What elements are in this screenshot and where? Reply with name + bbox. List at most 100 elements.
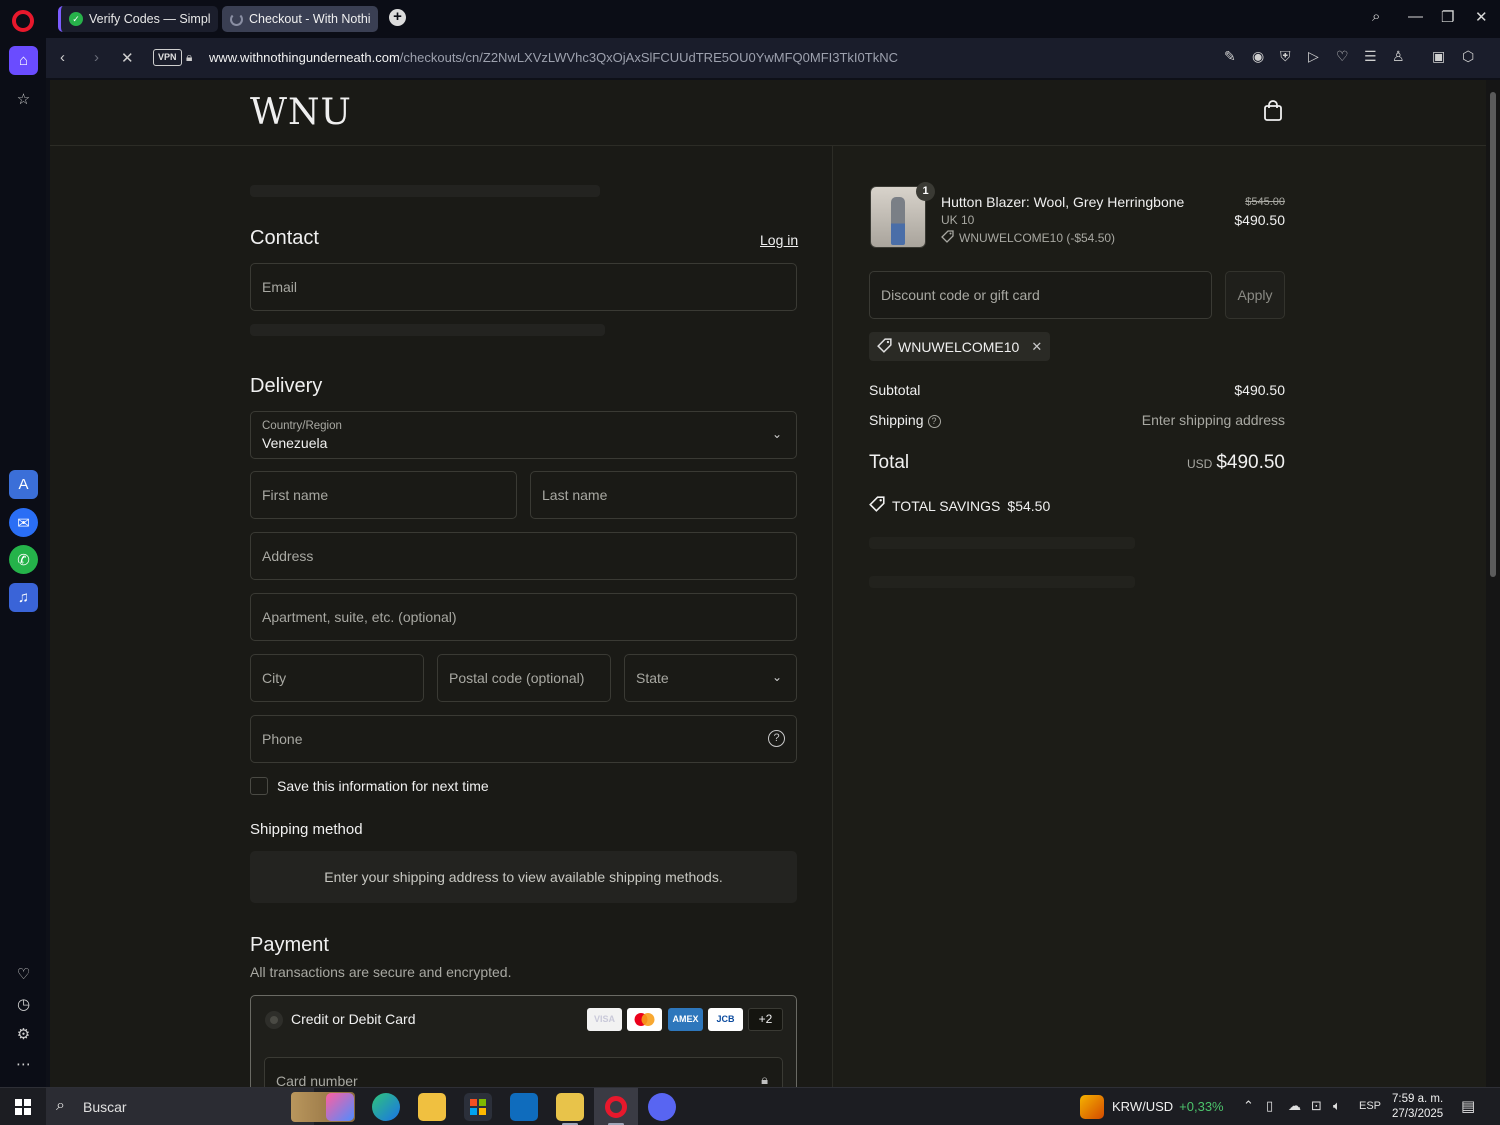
bookmark-heart-icon[interactable]: ♡	[1336, 48, 1349, 65]
taskbar-search[interactable]: ⌕ Buscar	[46, 1088, 355, 1125]
help-question-icon[interactable]: ?	[768, 730, 785, 747]
shopping-bag-icon[interactable]	[1263, 100, 1283, 122]
checkout-page: WNU Contact Log in Email Delivery Countr…	[50, 80, 1486, 1087]
notes-app-icon[interactable]	[556, 1093, 584, 1121]
savings-value: $54.50	[1007, 497, 1051, 514]
edge-app-icon[interactable]	[372, 1093, 400, 1121]
login-link[interactable]: Log in	[760, 232, 798, 248]
marketing-optin-skeleton	[250, 324, 605, 336]
copilot-app-icon[interactable]	[326, 1093, 354, 1121]
messenger-icon[interactable]: ✉	[9, 508, 38, 537]
visa-icon: VISA	[587, 1008, 622, 1031]
shipping-method-heading: Shipping method	[250, 821, 363, 838]
city-placeholder: City	[262, 670, 287, 686]
postal-code-placeholder: Postal code (optional)	[449, 670, 585, 686]
save-info-label[interactable]: Save this information for next time	[277, 778, 489, 794]
city-field[interactable]: City	[250, 654, 424, 702]
easy-setup-menu-icon[interactable]: ☰	[1364, 48, 1377, 65]
save-info-checkbox[interactable]	[250, 777, 268, 795]
url-field[interactable]: www.withnothingunderneath.com/checkouts/…	[209, 50, 898, 65]
phone-field[interactable]: Phone ?	[250, 715, 797, 763]
store-logo[interactable]: WNU	[250, 92, 352, 133]
subtotal-value: $490.50	[1234, 382, 1285, 398]
microsoft-store-app-icon[interactable]	[464, 1093, 492, 1121]
input-language[interactable]: ESP	[1359, 1100, 1381, 1112]
opera-app-icon[interactable]	[602, 1093, 630, 1121]
first-name-field[interactable]: First name	[250, 471, 517, 519]
tab-verify-codes[interactable]: ✓ Verify Codes — SimplyCodes	[58, 6, 218, 32]
remove-discount-icon[interactable]: ✕	[1031, 339, 1042, 355]
email-field[interactable]: Email	[250, 263, 797, 311]
network-icon[interactable]: ⊡	[1311, 1098, 1322, 1114]
card-number-field[interactable]: Card number 🔒︎	[264, 1057, 783, 1087]
speed-dial-star-icon[interactable]: ☆	[9, 84, 38, 113]
settings-gear-icon[interactable]: ⚙	[9, 1019, 38, 1048]
opera-sidebar: ⌂ ☆ A ✉ ✆ ♫ ♡ ◷ ⚙ ⋯	[0, 38, 46, 1087]
favorites-heart-icon[interactable]: ♡	[9, 959, 38, 988]
search-icon: ⌕	[56, 1097, 65, 1114]
address-field[interactable]: Address	[250, 532, 797, 580]
extensions-cube-icon[interactable]: ⬡	[1462, 48, 1474, 65]
edit-page-icon[interactable]: ✎	[1224, 48, 1236, 65]
outlook-app-icon[interactable]	[510, 1093, 538, 1121]
back-icon[interactable]: ‹	[60, 49, 65, 66]
card-radio[interactable]	[265, 1011, 283, 1029]
notifications-icon[interactable]: ▤	[1461, 1097, 1475, 1115]
currency-widget[interactable]: KRW/USD +0,33%	[1112, 1099, 1224, 1114]
whatsapp-icon[interactable]: ✆	[9, 545, 38, 574]
scrollbar-thumb[interactable]	[1490, 92, 1496, 577]
volume-icon[interactable]: 🔈︎	[1333, 1098, 1341, 1114]
last-name-field[interactable]: Last name	[530, 471, 797, 519]
search-tabs-icon[interactable]: ⌕	[1372, 8, 1380, 25]
state-select[interactable]: State ⌄	[624, 654, 797, 702]
original-price: $545.00	[1245, 196, 1285, 208]
close-window-icon[interactable]: ✕	[1475, 8, 1488, 26]
vpn-badge[interactable]: VPN	[153, 49, 182, 66]
shipping-label: Shipping	[869, 412, 924, 428]
applied-discount-code: WNUWELCOME10	[898, 338, 1020, 355]
new-tab-button[interactable]: +	[389, 9, 406, 26]
currency-widget-icon[interactable]	[1080, 1095, 1104, 1119]
file-explorer-app-icon[interactable]	[418, 1093, 446, 1121]
taskbar-search-text: Buscar	[83, 1099, 127, 1115]
opera-logo-icon[interactable]	[12, 10, 34, 32]
apply-discount-button[interactable]: Apply	[1225, 271, 1285, 319]
total-currency: USD	[1186, 457, 1213, 471]
total-savings: TOTAL SAVINGS $54.50	[869, 496, 1050, 515]
page-scrollbar[interactable]	[1486, 80, 1500, 1087]
apartment-field[interactable]: Apartment, suite, etc. (optional)	[250, 593, 797, 641]
card-payment-option[interactable]: Credit or Debit Card VISA AMEX JCB +2 Ca…	[250, 995, 797, 1087]
forward-icon[interactable]: ›	[94, 49, 99, 66]
total-amount: USD $490.50	[1085, 452, 1285, 474]
windows-start-icon[interactable]	[15, 1099, 31, 1115]
country-select[interactable]: Country/Region Venezuela ⌄	[250, 411, 797, 459]
last-name-placeholder: Last name	[542, 487, 608, 503]
profile-icon[interactable]: ♙	[1392, 48, 1405, 65]
postal-code-field[interactable]: Postal code (optional)	[437, 654, 611, 702]
system-clock[interactable]: 7:59 a. m. 27/3/2025	[1392, 1092, 1443, 1122]
player-play-icon[interactable]: ▷	[1308, 48, 1319, 65]
discount-code-field[interactable]: Discount code or gift card	[869, 271, 1212, 319]
tab-checkout[interactable]: Checkout - With Nothing Underneath	[222, 6, 378, 32]
tray-cloud-icon[interactable]: ☁	[1288, 1098, 1301, 1114]
applied-discount-chip: WNUWELCOME10 ✕	[869, 332, 1051, 361]
restore-icon[interactable]: ❐	[1441, 8, 1454, 26]
aria-icon[interactable]: A	[9, 470, 38, 499]
final-price: $490.50	[1234, 212, 1285, 228]
discord-app-icon[interactable]	[648, 1093, 676, 1121]
more-options-icon[interactable]: ⋯	[9, 1049, 38, 1078]
tag-icon	[941, 230, 954, 246]
reader-mode-icon[interactable]: ▣	[1432, 48, 1445, 65]
adblock-shield-icon[interactable]: ⛨	[1280, 48, 1291, 65]
minimize-icon[interactable]: —	[1408, 8, 1423, 25]
contact-heading: Contact	[250, 227, 319, 249]
shipping-help-icon[interactable]: ?	[927, 415, 941, 428]
snapshot-camera-icon[interactable]: ◉	[1252, 48, 1264, 65]
lock-icon[interactable]: 🔒︎	[186, 50, 192, 65]
history-clock-icon[interactable]: ◷	[9, 989, 38, 1018]
tray-overflow-chevron-icon[interactable]: ⌃	[1243, 1098, 1254, 1114]
tray-device-icon[interactable]: ▯	[1266, 1098, 1273, 1114]
stop-loading-icon[interactable]: ✕	[121, 49, 134, 67]
music-player-icon[interactable]: ♫	[9, 583, 38, 612]
home-icon[interactable]: ⌂	[9, 46, 38, 75]
